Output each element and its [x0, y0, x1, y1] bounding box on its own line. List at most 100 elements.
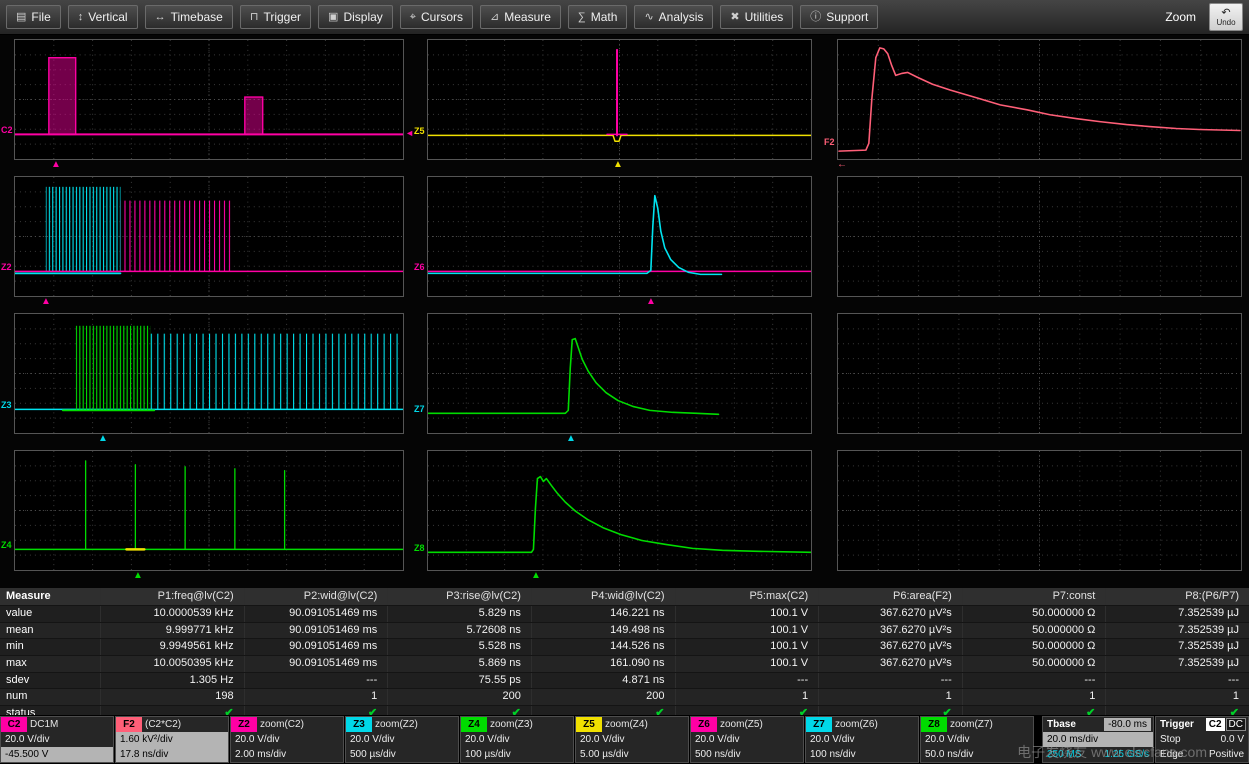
- measure-cell: 100.1 V: [675, 606, 819, 622]
- tools-icon: ✖: [730, 12, 739, 23]
- vdiv-value: 20.0 V/div: [461, 732, 573, 747]
- measure-cell: 1.305 Hz: [100, 673, 244, 689]
- descriptor-z2[interactable]: Z2zoom(C2) 20.0 V/div 2.00 ms/div: [230, 716, 344, 763]
- panel-c2[interactable]: C2 ▲ ◄: [14, 39, 404, 176]
- measure-cell: 5.528 ns: [387, 639, 531, 655]
- measure-col-header-p6[interactable]: P6:area(F2): [818, 588, 962, 605]
- zoom-marker-z8[interactable]: ▲: [531, 570, 541, 582]
- tdiv-value: 50.0 ns/div: [921, 747, 1033, 762]
- panel-z8[interactable]: Z8 ▲: [427, 450, 812, 587]
- trigger-source-chip: C2: [1206, 718, 1225, 731]
- trigger-time-arrow: ←: [837, 159, 847, 171]
- sigma-icon: ∑: [578, 12, 586, 23]
- waveform-f2: [837, 39, 1242, 160]
- panel-z2[interactable]: Z2 ▲: [14, 176, 404, 313]
- measure-col-header-p7[interactable]: P7:const: [962, 588, 1106, 605]
- vdiv-value: 1.60 kV²/div: [116, 732, 228, 747]
- menu-button-timebase[interactable]: ↔Timebase: [145, 5, 233, 29]
- zoom-marker-z2[interactable]: ▲: [41, 296, 51, 308]
- panel-z5[interactable]: Z5 ▲: [427, 39, 812, 176]
- acquisition-state: Stop: [1160, 732, 1181, 747]
- channel-tab-z8[interactable]: Z8: [921, 717, 947, 732]
- zoom-marker-c2[interactable]: ▲: [51, 159, 61, 171]
- horizontal-arrows-icon: ↔: [155, 12, 166, 23]
- measure-cell: 1: [1105, 689, 1249, 705]
- channel-tab-z4[interactable]: Z4: [461, 717, 487, 732]
- measure-cell: 200: [387, 689, 531, 705]
- measure-col-header-p8[interactable]: P8:(P6/P7): [1105, 588, 1249, 605]
- menu-button-display[interactable]: ▣Display: [318, 5, 393, 29]
- channel-tab-z7[interactable]: Z7: [806, 717, 832, 732]
- trigger-level-marker[interactable]: ◄: [405, 128, 414, 138]
- channel-tab-z3[interactable]: Z3: [346, 717, 372, 732]
- panel-empty-2[interactable]: [837, 313, 1242, 450]
- menu-button-math[interactable]: ∑Math: [568, 5, 628, 29]
- menu-button-measure[interactable]: ⊿Measure: [480, 5, 561, 29]
- waveform-grid: C2 ▲ ◄ Z5 ▲ F2 ←: [0, 35, 1249, 588]
- descriptor-c2[interactable]: C2DC1M 20.0 V/div -45.500 V: [0, 716, 114, 763]
- panel-f2[interactable]: F2 ←: [837, 39, 1242, 176]
- panel-z3[interactable]: Z3 ▲: [14, 313, 404, 450]
- measure-row-label: sdev: [0, 673, 100, 689]
- panel-z6[interactable]: Z6 ▲: [427, 176, 812, 313]
- zoom-marker-z7[interactable]: ▲: [566, 433, 576, 445]
- measure-cell: 1: [818, 689, 962, 705]
- zoom-source-label: zoom(Z7): [950, 719, 993, 730]
- timebase-descriptor[interactable]: Tbase-80.0 ms 20.0 ms/div 250 MS1.25 GS/…: [1042, 716, 1154, 763]
- measure-col-header-p2[interactable]: P2:wid@lv(C2): [244, 588, 388, 605]
- menu-button-file[interactable]: ▤File: [6, 5, 61, 29]
- vdiv-value: 20.0 V/div: [691, 732, 803, 747]
- undo-button[interactable]: ↶Undo: [1209, 3, 1243, 31]
- descriptor-z7[interactable]: Z7zoom(Z6) 20.0 V/div 100 ns/div: [805, 716, 919, 763]
- panel-z4[interactable]: Z4 ▲: [14, 450, 404, 587]
- descriptor-z4[interactable]: Z4zoom(Z3) 20.0 V/div 100 µs/div: [460, 716, 574, 763]
- zoom-marker-z6[interactable]: ▲: [646, 296, 656, 308]
- panel-empty-1[interactable]: [837, 176, 1242, 313]
- trigger-descriptor[interactable]: Trigger C2DC Stop0.0 V EdgePositive: [1155, 716, 1249, 763]
- measure-col-header-p4[interactable]: P4:wid@lv(C2): [531, 588, 675, 605]
- measure-cell: 100.1 V: [675, 656, 819, 672]
- measure-col-header-p1[interactable]: P1:freq@lv(C2): [100, 588, 244, 605]
- descriptor-z3[interactable]: Z3zoom(Z2) 20.0 V/div 500 µs/div: [345, 716, 459, 763]
- descriptor-z5[interactable]: Z5zoom(Z4) 20.0 V/div 5.00 µs/div: [575, 716, 689, 763]
- menu-button-utilities[interactable]: ✖Utilities: [720, 5, 793, 29]
- menu-button-support[interactable]: ⓘSupport: [800, 5, 878, 29]
- panel-empty-3[interactable]: [837, 450, 1242, 587]
- zoom-marker-z3[interactable]: ▲: [98, 433, 108, 445]
- tdiv-value: 500 µs/div: [346, 747, 458, 762]
- menu-button-vertical[interactable]: ↕Vertical: [68, 5, 138, 29]
- measure-cell: ---: [244, 673, 388, 689]
- crosshair-icon: ⌖: [410, 12, 416, 23]
- panel-z7[interactable]: Z7 ▲: [427, 313, 812, 450]
- menu-button-cursors[interactable]: ⌖ Cursors: [400, 5, 473, 29]
- measure-cell: ---: [1105, 673, 1249, 689]
- descriptor-f2[interactable]: F2(C2*C2) 1.60 kV²/div 17.8 ns/div: [115, 716, 229, 763]
- menu-button-analysis[interactable]: ∿Analysis: [634, 5, 713, 29]
- vdiv-value: 20.0 V/div: [806, 732, 918, 747]
- descriptor-z8[interactable]: Z8zoom(Z7) 20.0 V/div 50.0 ns/div: [920, 716, 1034, 763]
- measure-cell: 50.000000 Ω: [962, 639, 1106, 655]
- zoom-mode-label: Zoom: [1165, 10, 1196, 24]
- measure-col-header-p3[interactable]: P3:rise@lv(C2): [387, 588, 531, 605]
- menu-bar: ▤File ↕Vertical ↔Timebase ⊓Trigger ▣Disp…: [0, 0, 1249, 35]
- descriptor-z6[interactable]: Z6zoom(Z5) 20.0 V/div 500 ns/div: [690, 716, 804, 763]
- measure-row-value: value 10.0000539 kHz 90.091051469 ms 5.8…: [0, 605, 1249, 622]
- measure-cell: 9.999771 kHz: [100, 623, 244, 639]
- waveform-empty-2: [837, 313, 1242, 434]
- channel-tab-z5[interactable]: Z5: [576, 717, 602, 732]
- measure-row-sdev: sdev 1.305 Hz --- 75.55 ps 4.871 ns --- …: [0, 672, 1249, 689]
- zoom-marker-z4[interactable]: ▲: [133, 570, 143, 582]
- offset-value: -45.500 V: [1, 747, 113, 762]
- zoom-marker-z5[interactable]: ▲: [613, 159, 623, 171]
- channel-tab-z2[interactable]: Z2: [231, 717, 257, 732]
- channel-tab-c2[interactable]: C2: [1, 717, 27, 732]
- measure-col-header-p5[interactable]: P5:max(C2): [675, 588, 819, 605]
- channel-tab-f2[interactable]: F2: [116, 717, 142, 732]
- vdiv-value: 20.0 V/div: [231, 732, 343, 747]
- menu-button-trigger[interactable]: ⊓Trigger: [240, 5, 311, 29]
- tdiv-value: 100 µs/div: [461, 747, 573, 762]
- trigger-level: 0.0 V: [1221, 732, 1244, 747]
- menu-label: Cursors: [421, 10, 463, 24]
- channel-tab-z6[interactable]: Z6: [691, 717, 717, 732]
- waveform-z8: [427, 450, 812, 571]
